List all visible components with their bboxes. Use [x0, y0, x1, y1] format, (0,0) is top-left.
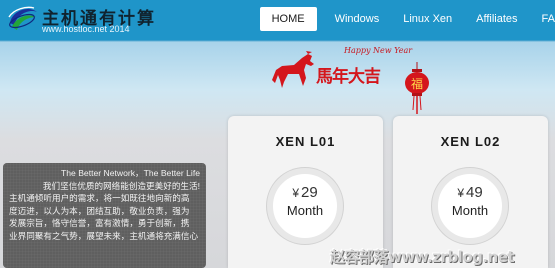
nav-affiliates[interactable]: Affiliates	[464, 7, 529, 31]
price-circle: ¥29 Month	[267, 168, 343, 244]
horse-papercut-icon	[272, 51, 314, 88]
lantern-char: 福	[411, 76, 423, 91]
plan-price: ¥49	[438, 184, 502, 201]
nav-faq[interactable]: FA	[530, 7, 555, 31]
globe-logo-icon	[8, 6, 37, 30]
about-line: 度迈进，以人为本，团结互助，敬业负责，强为	[9, 205, 190, 216]
main-nav: HOME Windows Linux Xen Affiliates FA	[259, 7, 555, 31]
site-logo[interactable]: 主机通有计算 www.hostloc.net 2014	[6, 3, 216, 37]
price-circle: ¥49 Month	[432, 168, 508, 244]
logo-url: www.hostloc.net 2014	[42, 24, 130, 34]
plan-price: ¥29	[273, 184, 337, 201]
price-value: 29	[301, 184, 318, 201]
nav-linux-xen[interactable]: Linux Xen	[391, 7, 464, 31]
plan-period: Month	[286, 203, 324, 218]
banner-slogan: 馬年大吉	[316, 67, 381, 87]
plan-name: XEN L02	[440, 134, 501, 149]
lantern-icon: 福	[405, 62, 429, 114]
about-line: 业界同聚有之气势，展望未来，主机通将充满信心	[9, 230, 199, 241]
currency-symbol: ¥	[292, 186, 299, 200]
nav-windows[interactable]: Windows	[323, 7, 392, 31]
about-box: The Better Network，The Better Life 我们坚信优…	[3, 163, 206, 268]
about-line: 主机通倾听用户的需求，将一如既往地向新的高	[9, 193, 190, 204]
new-year-banner: Happy New Year 馬年大吉 福	[268, 42, 438, 114]
site-header: 主机通有计算 www.hostloc.net 2014 HOME Windows…	[0, 0, 555, 40]
about-line: 发展宗旨，恪守信誉，富有激情，勇于创新，携	[9, 218, 190, 229]
plan-period: Month	[451, 203, 489, 218]
about-tagline: The Better Network，The Better Life	[61, 168, 200, 178]
price-value: 49	[466, 184, 483, 201]
currency-symbol: ¥	[457, 186, 464, 200]
watermark: 赵容部落www.zrblog.net	[330, 248, 515, 266]
plan-name: XEN L01	[275, 134, 336, 149]
banner-greeting: Happy New Year	[344, 46, 413, 55]
about-line: 我们坚信优质的网络能创造更美好的生活!	[42, 180, 200, 191]
nav-home[interactable]: HOME	[259, 7, 317, 31]
